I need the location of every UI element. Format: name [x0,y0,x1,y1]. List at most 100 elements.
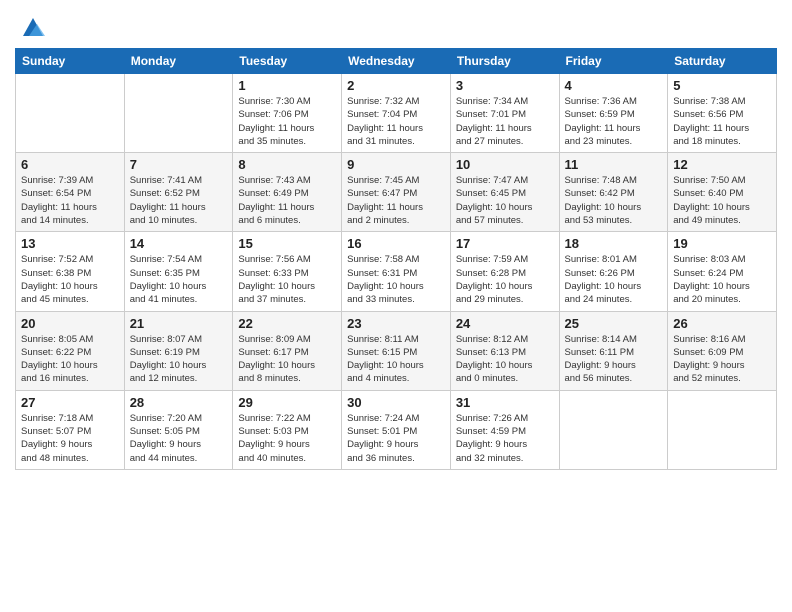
page: SundayMondayTuesdayWednesdayThursdayFrid… [0,0,792,612]
day-number: 13 [21,236,119,251]
weekday-header-sunday: Sunday [16,49,125,74]
week-row-2: 6 Sunrise: 7:39 AMSunset: 6:54 PMDaylight… [16,153,777,232]
calendar-cell: 22Sunrise: 8:09 AMSunset: 6:17 PMDayligh… [233,311,342,390]
week-row-3: 13 Sunrise: 7:52 AMSunset: 6:38 PMDayligh… [16,232,777,311]
day-number: 19 [673,236,771,251]
calendar-cell: 23 Sunrise: 8:11 AMSunset: 6:15 PMDayligh… [342,311,451,390]
weekday-header-monday: Monday [124,49,233,74]
weekday-header-saturday: Saturday [668,49,777,74]
day-number: 30 [347,395,445,410]
calendar-cell: 1 Sunrise: 7:30 AMSunset: 7:06 PMDaylight… [233,74,342,153]
day-number: 8 [238,157,336,172]
weekday-header-row: SundayMondayTuesdayWednesdayThursdayFrid… [16,49,777,74]
calendar-cell: 11Sunrise: 7:48 AMSunset: 6:42 PMDayligh… [559,153,668,232]
day-info: Sunrise: 7:24 AMSunset: 5:01 PMDaylight:… [347,412,445,465]
calendar-cell [668,390,777,469]
day-number: 27 [21,395,119,410]
day-info: Sunrise: 7:26 AMSunset: 4:59 PMDaylight:… [456,412,554,465]
day-info: Sunrise: 8:05 AMSunset: 6:22 PMDaylight:… [21,333,119,386]
day-number: 10 [456,157,554,172]
day-number: 28 [130,395,228,410]
calendar-cell [559,390,668,469]
calendar-cell: 5 Sunrise: 7:38 AMSunset: 6:56 PMDaylight… [668,74,777,153]
day-number: 1 [238,78,336,93]
week-row-4: 20 Sunrise: 8:05 AMSunset: 6:22 PMDayligh… [16,311,777,390]
day-info: Sunrise: 7:41 AMSunset: 6:52 PMDaylight:… [130,174,228,227]
calendar-cell: 4 Sunrise: 7:36 AMSunset: 6:59 PMDaylight… [559,74,668,153]
day-info: Sunrise: 7:52 AMSunset: 6:38 PMDaylight:… [21,253,119,306]
day-number: 15 [238,236,336,251]
calendar-cell: 27 Sunrise: 7:18 AMSunset: 5:07 PMDayligh… [16,390,125,469]
day-info: Sunrise: 7:50 AMSunset: 6:40 PMDaylight:… [673,174,771,227]
calendar-cell: 29 Sunrise: 7:22 AMSunset: 5:03 PMDayligh… [233,390,342,469]
day-info: Sunrise: 7:59 AMSunset: 6:28 PMDaylight:… [456,253,554,306]
calendar-cell: 14 Sunrise: 7:54 AMSunset: 6:35 PMDayligh… [124,232,233,311]
calendar-cell: 8 Sunrise: 7:43 AMSunset: 6:49 PMDaylight… [233,153,342,232]
calendar-cell: 24 Sunrise: 8:12 AMSunset: 6:13 PMDayligh… [450,311,559,390]
day-number: 6 [21,157,119,172]
calendar-cell [124,74,233,153]
calendar-cell: 19 Sunrise: 8:03 AMSunset: 6:24 PMDayligh… [668,232,777,311]
day-number: 25 [565,316,663,331]
calendar-cell: 25Sunrise: 8:14 AMSunset: 6:11 PMDayligh… [559,311,668,390]
day-info: Sunrise: 7:39 AMSunset: 6:54 PMDaylight:… [21,174,119,227]
day-info: Sunrise: 8:01 AMSunset: 6:26 PMDaylight:… [565,253,663,306]
day-number: 17 [456,236,554,251]
day-info: Sunrise: 7:20 AMSunset: 5:05 PMDaylight:… [130,412,228,465]
day-info: Sunrise: 7:22 AMSunset: 5:03 PMDaylight:… [238,412,336,465]
weekday-header-wednesday: Wednesday [342,49,451,74]
calendar-cell: 6 Sunrise: 7:39 AMSunset: 6:54 PMDaylight… [16,153,125,232]
week-row-5: 27 Sunrise: 7:18 AMSunset: 5:07 PMDayligh… [16,390,777,469]
header [15,10,777,40]
calendar-cell: 18 Sunrise: 8:01 AMSunset: 6:26 PMDayligh… [559,232,668,311]
calendar-cell: 20 Sunrise: 8:05 AMSunset: 6:22 PMDayligh… [16,311,125,390]
week-row-1: 1 Sunrise: 7:30 AMSunset: 7:06 PMDaylight… [16,74,777,153]
day-info: Sunrise: 7:36 AMSunset: 6:59 PMDaylight:… [565,95,663,148]
day-info: Sunrise: 8:07 AMSunset: 6:19 PMDaylight:… [130,333,228,386]
day-number: 24 [456,316,554,331]
day-info: Sunrise: 7:54 AMSunset: 6:35 PMDaylight:… [130,253,228,306]
day-info: Sunrise: 7:43 AMSunset: 6:49 PMDaylight:… [238,174,336,227]
weekday-header-tuesday: Tuesday [233,49,342,74]
day-number: 14 [130,236,228,251]
day-number: 23 [347,316,445,331]
day-info: Sunrise: 7:38 AMSunset: 6:56 PMDaylight:… [673,95,771,148]
day-info: Sunrise: 8:12 AMSunset: 6:13 PMDaylight:… [456,333,554,386]
weekday-header-thursday: Thursday [450,49,559,74]
calendar-cell: 7Sunrise: 7:41 AMSunset: 6:52 PMDaylight… [124,153,233,232]
day-number: 29 [238,395,336,410]
day-info: Sunrise: 7:48 AMSunset: 6:42 PMDaylight:… [565,174,663,227]
day-number: 31 [456,395,554,410]
calendar-cell: 16 Sunrise: 7:58 AMSunset: 6:31 PMDayligh… [342,232,451,311]
calendar-cell: 17 Sunrise: 7:59 AMSunset: 6:28 PMDayligh… [450,232,559,311]
day-number: 16 [347,236,445,251]
day-info: Sunrise: 7:58 AMSunset: 6:31 PMDaylight:… [347,253,445,306]
calendar-cell: 15 Sunrise: 7:56 AMSunset: 6:33 PMDayligh… [233,232,342,311]
day-number: 3 [456,78,554,93]
day-number: 4 [565,78,663,93]
day-number: 5 [673,78,771,93]
day-number: 21 [130,316,228,331]
calendar-cell: 10Sunrise: 7:47 AMSunset: 6:45 PMDayligh… [450,153,559,232]
day-info: Sunrise: 7:18 AMSunset: 5:07 PMDaylight:… [21,412,119,465]
calendar-cell: 9 Sunrise: 7:45 AMSunset: 6:47 PMDaylight… [342,153,451,232]
day-number: 20 [21,316,119,331]
calendar-cell: 2Sunrise: 7:32 AMSunset: 7:04 PMDaylight… [342,74,451,153]
day-info: Sunrise: 7:56 AMSunset: 6:33 PMDaylight:… [238,253,336,306]
day-number: 2 [347,78,445,93]
day-number: 26 [673,316,771,331]
day-info: Sunrise: 8:11 AMSunset: 6:15 PMDaylight:… [347,333,445,386]
day-info: Sunrise: 7:45 AMSunset: 6:47 PMDaylight:… [347,174,445,227]
calendar: SundayMondayTuesdayWednesdayThursdayFrid… [15,48,777,470]
calendar-cell: 31 Sunrise: 7:26 AMSunset: 4:59 PMDayligh… [450,390,559,469]
day-info: Sunrise: 8:03 AMSunset: 6:24 PMDaylight:… [673,253,771,306]
calendar-cell: 13 Sunrise: 7:52 AMSunset: 6:38 PMDayligh… [16,232,125,311]
logo [15,10,47,40]
day-info: Sunrise: 8:16 AMSunset: 6:09 PMDaylight:… [673,333,771,386]
day-info: Sunrise: 7:30 AMSunset: 7:06 PMDaylight:… [238,95,336,148]
weekday-header-friday: Friday [559,49,668,74]
day-number: 9 [347,157,445,172]
calendar-cell: 28 Sunrise: 7:20 AMSunset: 5:05 PMDayligh… [124,390,233,469]
calendar-cell: 26 Sunrise: 8:16 AMSunset: 6:09 PMDayligh… [668,311,777,390]
day-number: 18 [565,236,663,251]
